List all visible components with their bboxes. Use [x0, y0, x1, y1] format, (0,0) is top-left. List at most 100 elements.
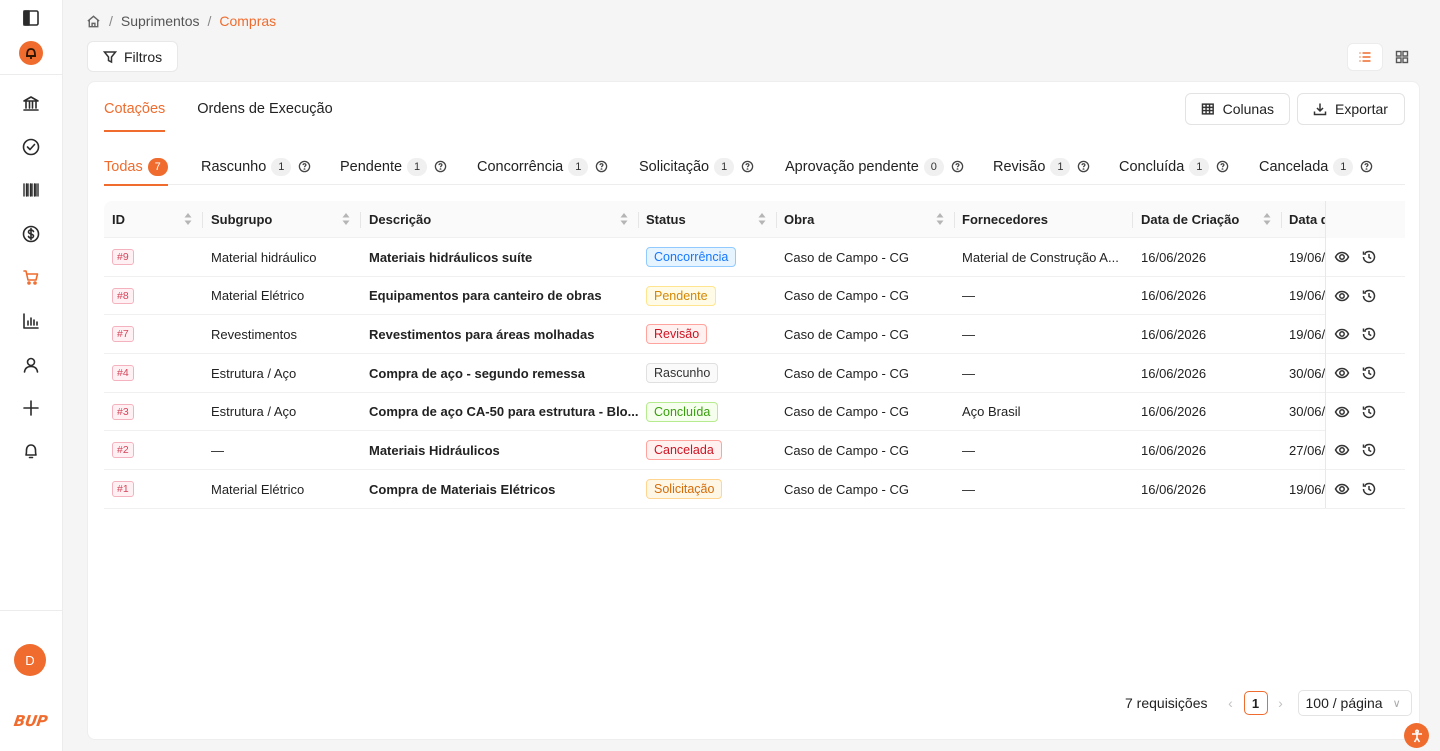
status-badge: Revisão [646, 324, 708, 345]
cell-descricao-text: Materiais hidráulicos suíte [369, 249, 533, 265]
cell-descricao-text: Materiais Hidráulicos [369, 442, 500, 458]
column-header-subgrupo[interactable]: Subgrupo [203, 201, 360, 238]
status-tab-label: Revisão [993, 158, 1046, 175]
history-icon[interactable] [1361, 481, 1377, 497]
help-icon[interactable] [1216, 160, 1229, 173]
sort-icon[interactable] [1263, 212, 1271, 226]
bank-icon[interactable] [19, 92, 43, 116]
status-badge: Rascunho [646, 363, 719, 384]
help-icon[interactable] [298, 160, 311, 173]
home-icon[interactable] [86, 14, 101, 29]
table-row[interactable]: #2 — Materiais Hidráulicos Cancelada Caso de… [104, 431, 1405, 471]
user-icon[interactable] [19, 353, 43, 377]
status-tab-solicitacao[interactable]: Solicitação 1 [639, 148, 754, 185]
cell-subgrupo-text: — [211, 442, 224, 458]
history-icon[interactable] [1361, 365, 1377, 381]
status-tab-aprovacao-pendente[interactable]: Aprovação pendente 0 [785, 148, 964, 185]
sort-icon[interactable] [936, 212, 944, 226]
list-view-toggle[interactable] [1347, 43, 1383, 71]
cell-subgrupo: Revestimentos [203, 315, 360, 353]
eye-icon[interactable] [1334, 326, 1350, 342]
eye-icon[interactable] [1334, 404, 1350, 420]
history-icon[interactable] [1361, 404, 1377, 420]
table-row[interactable]: #3 Estrutura / Aço Compra de aço CA-50 par… [104, 392, 1405, 432]
id-tag: #4 [112, 365, 134, 382]
history-icon[interactable] [1361, 288, 1377, 304]
sidebar-toggle-icon[interactable] [19, 6, 43, 30]
status-tab-cancelada[interactable]: Cancelada 1 [1259, 148, 1373, 185]
breadcrumb-suprimentos[interactable]: Suprimentos [121, 13, 200, 29]
cell-obra-text: Caso de Campo - CG [784, 365, 909, 381]
cart-icon[interactable] [19, 265, 43, 289]
status-tab-revisao[interactable]: Revisão 1 [993, 148, 1090, 185]
prev-page-icon[interactable]: ‹ [1222, 695, 1240, 711]
bell-logo-icon[interactable] [19, 41, 43, 65]
status-tab-pendente[interactable]: Pendente 1 [340, 148, 447, 185]
bar-chart-icon[interactable] [19, 309, 43, 333]
cell-descricao-text: Compra de Materiais Elétricos [369, 481, 556, 497]
tab-cotacoes[interactable]: Cotações [104, 82, 166, 132]
column-header-data-criacao[interactable]: Data de Criação [1133, 201, 1281, 238]
history-icon[interactable] [1361, 249, 1377, 265]
column-header-descricao[interactable]: Descrição [361, 201, 638, 238]
avatar[interactable]: D [14, 644, 46, 676]
barcode-icon[interactable] [19, 178, 43, 202]
table-row[interactable]: #8 Material Elétrico Equipamentos para can… [104, 276, 1405, 316]
accessibility-icon[interactable] [1404, 723, 1429, 748]
status-tab-concluida[interactable]: Concluída 1 [1119, 148, 1229, 185]
table-row[interactable]: #1 Material Elétrico Compra de Materiais E… [104, 470, 1405, 509]
history-icon[interactable] [1361, 326, 1377, 342]
column-header-fornecedores[interactable]: Fornecedores [954, 201, 1132, 238]
check-circle-icon[interactable] [19, 135, 43, 159]
help-icon[interactable] [1077, 160, 1090, 173]
column-header-data-d[interactable]: Data d [1281, 201, 1331, 238]
status-tab-todas[interactable]: Todas 7 [104, 148, 168, 186]
help-icon[interactable] [951, 160, 964, 173]
help-icon[interactable] [741, 160, 754, 173]
cell-data-d: 19/06/2 [1281, 277, 1326, 315]
eye-icon[interactable] [1334, 442, 1350, 458]
tab-ordens-de-execucao[interactable]: Ordens de Execução [197, 82, 332, 132]
table-row[interactable]: #9 Material hidráulico Materiais hidráulic… [104, 238, 1405, 277]
cell-subgrupo-text: Revestimentos [211, 326, 297, 342]
column-header-id[interactable]: ID [104, 201, 202, 238]
help-icon[interactable] [434, 160, 447, 173]
dollar-icon[interactable] [19, 222, 43, 246]
help-icon[interactable] [1360, 160, 1373, 173]
filters-button[interactable]: Filtros [87, 41, 178, 72]
eye-icon[interactable] [1334, 365, 1350, 381]
table-row[interactable]: #4 Estrutura / Aço Compra de aço - segundo… [104, 354, 1405, 393]
history-icon[interactable] [1361, 442, 1377, 458]
status-tab-count: 0 [923, 157, 944, 176]
column-header-obra[interactable]: Obra [776, 201, 954, 238]
status-tab-concorrencia[interactable]: Concorrência 1 [477, 148, 608, 185]
bell-icon[interactable] [19, 439, 43, 463]
cell-data-d-text: 19/06/2 [1289, 481, 1326, 497]
sort-icon[interactable] [342, 212, 350, 226]
column-header-status[interactable]: Status [638, 201, 776, 238]
plus-icon[interactable] [19, 396, 43, 420]
help-icon[interactable] [595, 160, 608, 173]
sort-icon[interactable] [620, 212, 628, 226]
eye-icon[interactable] [1334, 481, 1350, 497]
sort-icon[interactable] [758, 212, 766, 226]
cell-fornecedores-text: — [962, 442, 975, 458]
eye-icon[interactable] [1334, 288, 1350, 304]
sort-icon[interactable] [184, 212, 192, 226]
page-size-select[interactable]: 100 / página ∨ [1297, 690, 1412, 716]
cell-fornecedores-text: — [962, 481, 975, 497]
table-row[interactable]: #7 Revestimentos Revestimentos para áreas … [104, 315, 1405, 355]
status-badge: Solicitação [646, 479, 723, 500]
columns-button[interactable]: Colunas [1185, 93, 1290, 125]
eye-icon[interactable] [1334, 249, 1350, 265]
page-number-current[interactable]: 1 [1243, 691, 1268, 715]
grid-view-toggle[interactable] [1384, 43, 1420, 71]
next-page-icon[interactable]: › [1272, 695, 1290, 711]
cell-id: #3 [104, 393, 202, 431]
status-tab-rascunho[interactable]: Rascunho 1 [201, 148, 311, 185]
page-size-value: 100 / página [1305, 695, 1383, 711]
download-icon [1313, 103, 1327, 116]
column-header-label: Fornecedores [962, 212, 1048, 227]
export-button[interactable]: Exportar [1297, 93, 1405, 125]
actions-column-header [1326, 201, 1405, 238]
